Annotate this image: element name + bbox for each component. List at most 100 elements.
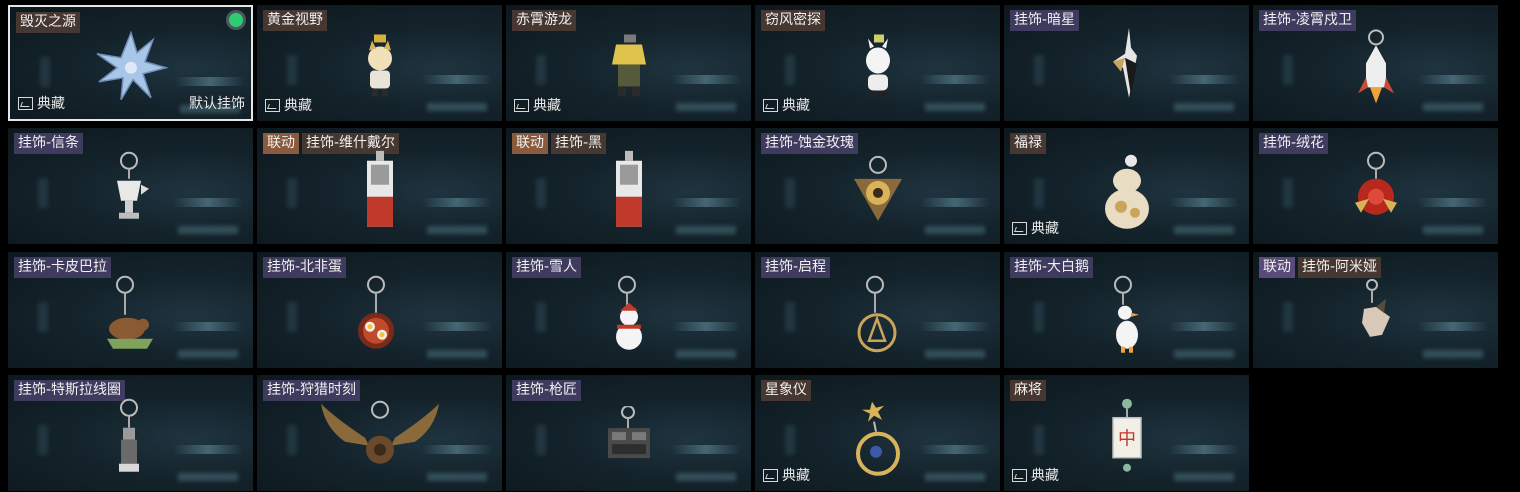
charm-name: 挂饰-特斯拉线圈 [14, 380, 126, 401]
charm-card[interactable]: 挂饰-特斯拉线圈 [8, 375, 253, 491]
background-glow [287, 178, 297, 208]
background-glow [40, 57, 50, 87]
default-charm-label: 默认挂饰 [189, 96, 245, 112]
charm-card[interactable]: 黄金视野 典藏 [257, 5, 502, 121]
charm-card[interactable]: 联动 挂饰-黑 [506, 128, 751, 244]
red-card-charm-icon [614, 150, 644, 235]
background-glow [178, 473, 238, 481]
background-glow [920, 75, 990, 84]
charm-name: 挂饰-枪匠 [512, 380, 582, 401]
background-glow [1283, 55, 1293, 85]
charm-name: 福禄 [1010, 133, 1046, 154]
collection-badge: 典藏 [1012, 465, 1059, 485]
charm-card[interactable]: 毁灭之源 典藏 默认挂饰 [8, 5, 253, 121]
background-glow [536, 178, 546, 208]
charm-card[interactable]: 挂饰-凌霄戍卫 [1253, 5, 1498, 121]
astrolabe-charm-icon [850, 398, 906, 482]
background-glow [38, 425, 48, 455]
goose-charm-icon [1107, 275, 1147, 359]
background-glow [536, 425, 546, 455]
crate-charm-icon [604, 405, 654, 470]
charm-name-row: 挂饰-蚀金玫瑰 [761, 133, 859, 154]
background-glow [785, 178, 795, 208]
charm-name: 挂饰-阿米娅 [1298, 257, 1382, 278]
charm-card[interactable]: 挂饰-暗星 [1004, 5, 1249, 121]
charm-card[interactable]: 挂饰-信条 [8, 128, 253, 244]
charm-name: 挂饰-启程 [761, 257, 831, 278]
background-glow [38, 178, 48, 208]
charm-name: 黄金视野 [263, 10, 327, 31]
background-glow [178, 226, 238, 234]
collection-label: 典藏 [533, 98, 561, 114]
charm-grid: 毁灭之源 典藏 默认挂饰 黄金视野 典藏 赤霄游龙 典藏 窃风密探 典藏 挂饰-暗星 挂饰… [0, 0, 1520, 492]
linked-badge: 联动 [263, 133, 299, 154]
gold-emblem-charm-icon [850, 155, 906, 229]
charm-card[interactable]: 挂饰-启程 [755, 252, 1000, 368]
charm-card[interactable]: 麻将中典藏 [1004, 375, 1249, 491]
charm-name-row: 挂饰-卡皮巴拉 [14, 257, 112, 278]
charm-card[interactable]: 挂饰-枪匠 [506, 375, 751, 491]
charm-card[interactable]: 挂饰-雪人 [506, 252, 751, 368]
bunny-ear-charm-icon [1356, 278, 1396, 353]
charm-name: 挂饰-北非蛋 [263, 257, 347, 278]
collection-label: 典藏 [782, 468, 810, 484]
antler-charm-icon [315, 398, 445, 482]
image-frame-icon [1012, 221, 1027, 235]
charm-card[interactable]: 窃风密探 典藏 [755, 5, 1000, 121]
background-glow [38, 302, 48, 332]
background-glow [676, 473, 736, 481]
background-glow [1169, 445, 1239, 454]
charm-name-row: 挂饰-启程 [761, 257, 831, 278]
collection-badge: 典藏 [763, 95, 810, 115]
svg-text:中: 中 [1118, 429, 1136, 450]
background-glow [1174, 350, 1234, 358]
charm-name-row: 黄金视野 [263, 10, 327, 31]
charm-card[interactable]: 挂饰-卡皮巴拉 [8, 252, 253, 368]
charm-name-row: 窃风密探 [761, 10, 825, 31]
background-glow [1423, 103, 1483, 111]
background-glow [1034, 178, 1044, 208]
background-glow [785, 302, 795, 332]
background-glow [671, 322, 741, 331]
background-glow [1283, 302, 1293, 332]
charm-card[interactable]: 挂饰-北非蛋 [257, 252, 502, 368]
charm-card[interactable]: 联动 挂饰-维什戴尔 [257, 128, 502, 244]
image-frame-icon [514, 98, 529, 112]
background-glow [925, 350, 985, 358]
charm-name: 赤霄游龙 [512, 10, 576, 31]
background-glow [287, 55, 297, 85]
background-glow [920, 198, 990, 207]
charm-name-row: 挂饰-绒花 [1259, 133, 1329, 154]
background-glow [1169, 198, 1239, 207]
charm-card[interactable]: 挂饰-狩猎时刻 [257, 375, 502, 491]
background-glow [920, 322, 990, 331]
collection-label: 典藏 [1031, 221, 1059, 237]
background-glow [427, 103, 487, 111]
charm-card[interactable]: 福禄典藏 [1004, 128, 1249, 244]
charm-name-row: 挂饰-大白鹅 [1010, 257, 1094, 278]
equipped-indicator [229, 13, 243, 27]
charm-name: 挂饰-绒花 [1259, 133, 1329, 154]
background-glow [422, 198, 492, 207]
collection-badge: 典藏 [18, 93, 65, 113]
charm-name: 挂饰-大白鹅 [1010, 257, 1094, 278]
collection-label: 典藏 [1031, 468, 1059, 484]
capybara-charm-icon [103, 275, 159, 359]
charm-name-row: 星象仪 [761, 380, 811, 401]
image-frame-icon [18, 96, 33, 110]
rocket-charm-icon [1356, 29, 1396, 109]
background-glow [671, 75, 741, 84]
background-glow [1174, 226, 1234, 234]
charm-card[interactable]: 挂饰-蚀金玫瑰 [755, 128, 1000, 244]
charm-card[interactable]: 星象仪典藏 [755, 375, 1000, 491]
background-glow [1034, 302, 1044, 332]
charm-card[interactable]: 挂饰-绒花 [1253, 128, 1498, 244]
charm-name-row: 挂饰-北非蛋 [263, 257, 347, 278]
background-glow [1418, 322, 1488, 331]
charm-name: 挂饰-卡皮巴拉 [14, 257, 112, 278]
charm-card[interactable]: 联动 挂饰-阿米娅 [1253, 252, 1498, 368]
charm-card[interactable]: 挂饰-大白鹅 [1004, 252, 1249, 368]
charm-name: 星象仪 [761, 380, 811, 401]
background-glow [1034, 425, 1044, 455]
charm-card[interactable]: 赤霄游龙 典藏 [506, 5, 751, 121]
